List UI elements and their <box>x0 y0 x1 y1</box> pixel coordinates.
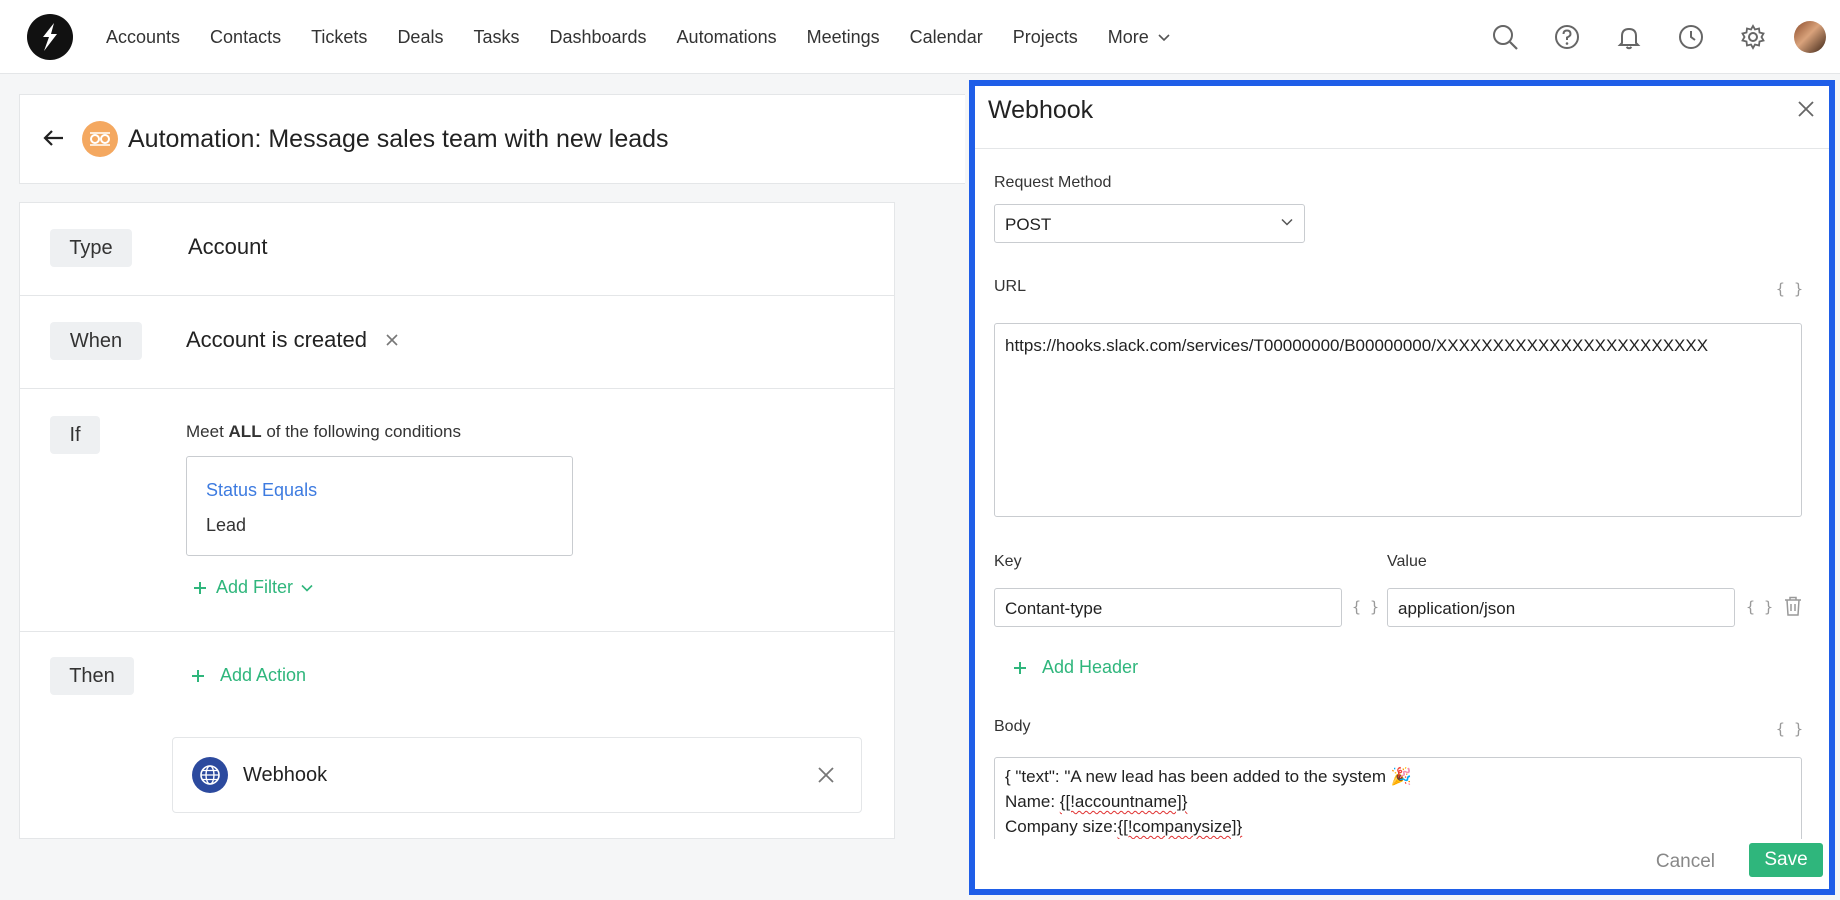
add-action-button[interactable]: Add Action <box>190 665 306 686</box>
top-navbar: Accounts Contacts Tickets Deals Tasks Da… <box>0 0 1840 74</box>
help-icon[interactable] <box>1536 0 1598 74</box>
add-filter-button[interactable]: Add Filter <box>192 577 313 598</box>
panel-footer: Cancel Save <box>975 839 1829 889</box>
nav-more[interactable]: More <box>1108 27 1171 48</box>
webhook-action-card[interactable]: Webhook <box>172 737 862 813</box>
add-filter-label: Add Filter <box>216 577 294 597</box>
body-label: Body <box>994 718 1031 735</box>
chevron-down-icon <box>301 584 313 592</box>
plus-icon <box>1014 661 1026 674</box>
cancel-button[interactable]: Cancel <box>1656 851 1715 873</box>
if-condition-summary: Meet ALL of the following conditions <box>186 422 461 442</box>
top-icons <box>1474 0 1840 74</box>
bell-icon[interactable] <box>1598 0 1660 74</box>
logo-icon <box>43 23 57 51</box>
panel-header: Webhook <box>975 86 1829 149</box>
when-row: When Account is created <box>20 295 894 389</box>
value-variables-button[interactable]: { } <box>1746 598 1773 616</box>
webhook-action-label: Webhook <box>243 764 328 786</box>
nav-calendar[interactable]: Calendar <box>910 27 983 48</box>
nav-tickets[interactable]: Tickets <box>311 27 367 48</box>
nav-projects[interactable]: Projects <box>1013 27 1078 48</box>
value-label: Value <box>1387 553 1427 570</box>
user-avatar[interactable] <box>1794 21 1826 53</box>
url-variables-button[interactable]: { } <box>1776 280 1803 298</box>
nav-accounts[interactable]: Accounts <box>106 27 180 48</box>
if-suffix: of the following conditions <box>266 422 461 441</box>
request-method-value: POST <box>1005 215 1052 234</box>
accountname-token: {[!accountname]} <box>1059 792 1188 811</box>
then-tag: Then <box>50 657 134 695</box>
if-tag: If <box>50 416 100 454</box>
key-variables-button[interactable]: { } <box>1352 598 1379 616</box>
add-action-label: Add Action <box>220 665 307 685</box>
request-method-label: Request Method <box>994 174 1112 191</box>
nav-tasks[interactable]: Tasks <box>473 27 519 48</box>
save-button[interactable]: Save <box>1749 843 1823 877</box>
nav-deals[interactable]: Deals <box>397 27 443 48</box>
url-value: https://hooks.slack.com/services/T000000… <box>1005 336 1709 355</box>
header-value-value: application/json <box>1398 599 1516 618</box>
webhook-panel: Webhook Request Method POST URL { } http… <box>969 80 1835 895</box>
condition-value: Lead <box>206 515 247 535</box>
clock-icon[interactable] <box>1660 0 1722 74</box>
nav-automations[interactable]: Automations <box>677 27 777 48</box>
plus-icon <box>192 669 204 682</box>
remove-trigger-icon[interactable] <box>385 333 399 352</box>
back-arrow-icon[interactable] <box>42 126 66 155</box>
body-content: { "text": "A new lead has been added to … <box>1005 764 1412 839</box>
if-prefix: Meet <box>186 422 224 441</box>
nav-dashboards[interactable]: Dashboards <box>549 27 646 48</box>
nav-contacts[interactable]: Contacts <box>210 27 281 48</box>
body-line-3-prefix: Company size: <box>1005 817 1118 836</box>
body-line-1: { "text": "A new lead has been added to … <box>1005 764 1412 789</box>
header-key-input[interactable]: Contant-type <box>994 588 1342 627</box>
body-line-1-text: { "text": "A new lead has been added to … <box>1005 767 1391 786</box>
nav-more-label: More <box>1107 26 1149 47</box>
automation-rules: Type Account When Account is created If … <box>19 202 895 839</box>
body-line-2: Name: {[!accountname]} <box>1005 789 1412 814</box>
type-row: Type Account <box>20 203 894 296</box>
remove-action-icon[interactable] <box>817 766 835 789</box>
main-nav: Accounts Contacts Tickets Deals Tasks Da… <box>106 0 1201 74</box>
chevron-down-icon <box>1158 34 1170 42</box>
type-value[interactable]: Account <box>188 234 268 260</box>
when-tag: When <box>50 322 142 360</box>
close-icon[interactable] <box>1797 100 1815 123</box>
chevron-down-icon <box>1281 218 1293 226</box>
globe-icon <box>192 757 228 793</box>
condition-card[interactable]: Status Equals Lead <box>186 456 573 556</box>
panel-title: Webhook <box>988 96 1094 124</box>
body-variables-button[interactable]: { } <box>1776 720 1803 738</box>
body-line-3: Company size:{[!companysize]} <box>1005 814 1412 839</box>
page-title: Automation: Message sales team with new … <box>128 125 669 153</box>
gear-icon[interactable] <box>1722 0 1784 74</box>
party-emoji: 🎉 <box>1390 767 1412 786</box>
add-header-button[interactable]: Add Header <box>1012 657 1138 678</box>
automation-header: Automation: Message sales team with new … <box>19 94 965 184</box>
condition-field[interactable]: Status Equals <box>206 480 317 501</box>
request-method-select[interactable]: POST <box>994 204 1305 243</box>
trash-icon[interactable] <box>1784 596 1802 621</box>
plus-icon <box>194 581 206 594</box>
body-line-2-prefix: Name: <box>1005 792 1060 811</box>
automation-icon <box>82 121 118 157</box>
key-label: Key <box>994 553 1022 570</box>
header-key-value: Contant-type <box>1005 599 1103 618</box>
header-value-input[interactable]: application/json <box>1387 588 1735 627</box>
when-value[interactable]: Account is created <box>186 327 367 353</box>
search-icon[interactable] <box>1474 0 1536 74</box>
add-header-label: Add Header <box>1042 657 1139 677</box>
if-match-mode[interactable]: ALL <box>229 422 262 441</box>
nav-meetings[interactable]: Meetings <box>807 27 880 48</box>
companysize-token: {[!companysize]} <box>1117 817 1243 836</box>
type-tag: Type <box>50 229 132 267</box>
url-field[interactable]: https://hooks.slack.com/services/T000000… <box>994 323 1802 517</box>
app-logo[interactable] <box>27 14 73 60</box>
url-label: URL <box>994 278 1027 295</box>
